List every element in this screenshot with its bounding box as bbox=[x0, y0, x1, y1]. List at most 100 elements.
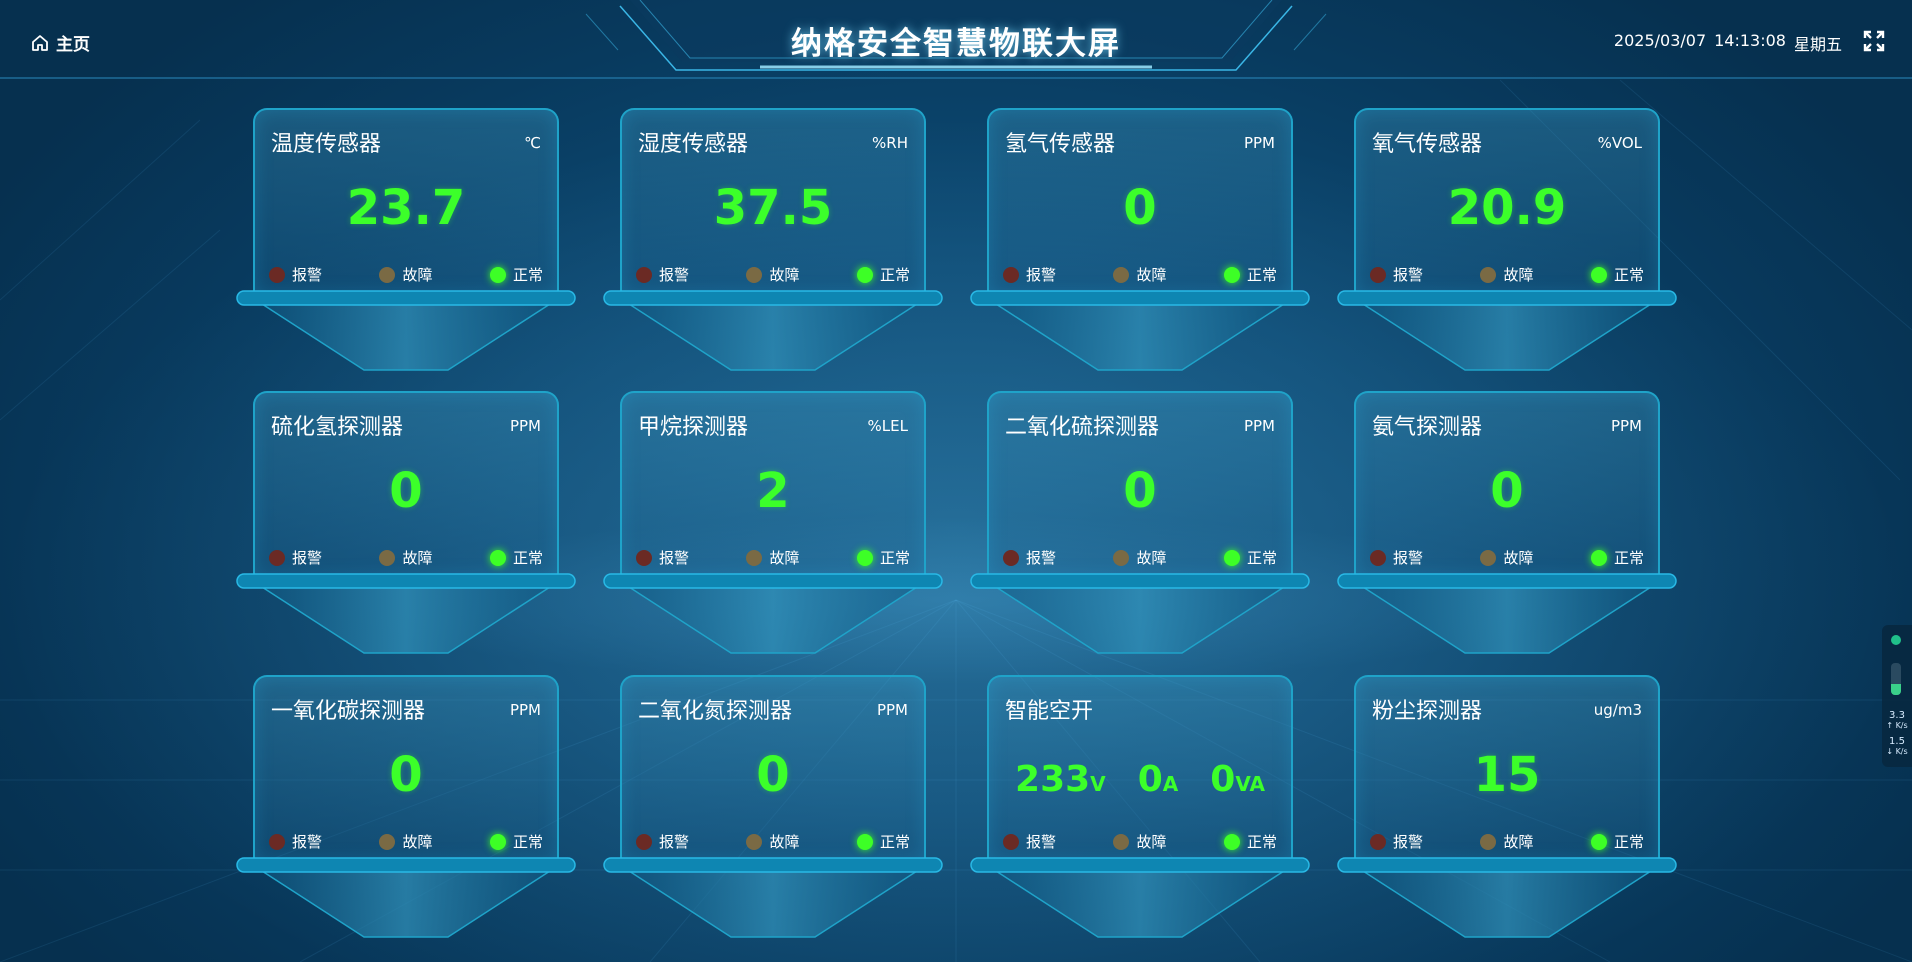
status-normal-label: 正常 bbox=[512, 833, 543, 851]
status-fault: 故障 bbox=[1480, 547, 1534, 568]
sensor-unit: ℃ bbox=[524, 134, 541, 152]
sensor-card[interactable]: 智能空开 233V 0A 0VA 报警 故障 正常 bbox=[970, 673, 1310, 939]
status-alarm-label: 报警 bbox=[659, 266, 690, 284]
download-speed: 1.5 bbox=[1889, 736, 1905, 747]
status-alarm-label: 报警 bbox=[1026, 549, 1057, 567]
sensor-card[interactable]: 氧气传感器 %VOL 20.9 报警 故障 正常 bbox=[1337, 106, 1677, 372]
status-normal: 正常 bbox=[856, 264, 910, 285]
network-speed-widget[interactable]: 3.3 ↑ K/s 1.5 ↓ K/s bbox=[1882, 625, 1912, 767]
reading-value: 0 bbox=[1137, 759, 1163, 800]
reading-unit: A bbox=[1162, 772, 1179, 796]
status-fault-label: 故障 bbox=[1503, 833, 1534, 851]
sensor-card[interactable]: 温度传感器 ℃ 23.7 报警 故障 正常 bbox=[236, 106, 576, 372]
card-panel: 一氧化碳探测器 PPM 0 报警 故障 正常 bbox=[253, 675, 559, 861]
status-fault-label: 故障 bbox=[1136, 833, 1167, 851]
status-alarm-label: 报警 bbox=[659, 833, 690, 851]
card-panel: 氧气传感器 %VOL 20.9 报警 故障 正常 bbox=[1354, 108, 1660, 294]
status-fault: 故障 bbox=[746, 264, 800, 285]
sensor-name: 二氧化氮探测器 bbox=[638, 699, 793, 724]
status-normal-label: 正常 bbox=[1246, 266, 1277, 284]
status-normal: 正常 bbox=[1223, 831, 1277, 852]
status-fault-label: 故障 bbox=[1503, 266, 1534, 284]
sensor-value: 23.7 bbox=[346, 180, 466, 236]
sensor-unit: PPM bbox=[1610, 417, 1642, 435]
status-fault-label: 故障 bbox=[402, 549, 433, 567]
reading-value: 233 bbox=[1015, 759, 1091, 800]
alarm-indicator-icon bbox=[1003, 549, 1019, 566]
status-row: 报警 故障 正常 bbox=[636, 547, 910, 568]
card-panel: 二氧化氮探测器 PPM 0 报警 故障 正常 bbox=[620, 675, 926, 861]
sensor-unit: PPM bbox=[876, 701, 908, 719]
reading-unit: V bbox=[1090, 772, 1106, 796]
status-alarm: 报警 bbox=[1003, 264, 1056, 285]
fault-indicator-icon bbox=[379, 549, 396, 566]
status-row: 报警 故障 正常 bbox=[636, 264, 910, 285]
alarm-indicator-icon bbox=[636, 549, 652, 566]
status-normal-label: 正常 bbox=[512, 549, 543, 567]
card-panel: 湿度传感器 %RH 37.5 报警 故障 正常 bbox=[620, 108, 926, 294]
sensor-card[interactable]: 湿度传感器 %RH 37.5 报警 故障 正常 bbox=[603, 106, 943, 372]
header: 主页 纳格安全智慧物联大屏 2025/03/07 14:13:08 星期五 bbox=[0, 0, 1912, 82]
status-dot-icon bbox=[1891, 635, 1901, 645]
card-pedestal bbox=[603, 290, 943, 371]
status-alarm: 报警 bbox=[269, 264, 322, 285]
normal-indicator-icon bbox=[1590, 833, 1607, 850]
status-alarm-label: 报警 bbox=[1393, 266, 1424, 284]
card-pedestal bbox=[1337, 290, 1677, 371]
status-alarm-label: 报警 bbox=[1393, 833, 1424, 851]
sensor-card[interactable]: 氢气传感器 PPM 0 报警 故障 正常 bbox=[970, 106, 1310, 372]
status-normal-label: 正常 bbox=[879, 266, 910, 284]
status-normal: 正常 bbox=[1590, 264, 1644, 285]
level-bar-fill bbox=[1891, 683, 1901, 695]
status-alarm: 报警 bbox=[636, 547, 689, 568]
sensor-value: 0 bbox=[389, 747, 423, 803]
sensor-name: 硫化氢探测器 bbox=[271, 415, 404, 440]
normal-indicator-icon bbox=[856, 833, 873, 850]
sensor-value: 0 bbox=[756, 747, 790, 803]
status-fault: 故障 bbox=[1480, 831, 1534, 852]
normal-indicator-icon bbox=[489, 549, 506, 566]
sensor-unit: PPM bbox=[509, 701, 541, 719]
status-normal: 正常 bbox=[1590, 547, 1644, 568]
fault-indicator-icon bbox=[746, 266, 763, 283]
status-fault: 故障 bbox=[746, 547, 800, 568]
sensor-card[interactable]: 粉尘探测器 ug/m3 15 报警 故障 正常 bbox=[1337, 673, 1677, 939]
sensor-name: 一氧化碳探测器 bbox=[271, 699, 426, 724]
alarm-indicator-icon bbox=[1003, 833, 1019, 850]
level-bar bbox=[1891, 663, 1901, 695]
status-normal-label: 正常 bbox=[1613, 549, 1644, 567]
sensor-card[interactable]: 二氧化硫探测器 PPM 0 报警 故障 正常 bbox=[970, 389, 1310, 655]
sensor-unit: PPM bbox=[1243, 134, 1275, 152]
status-row: 报警 故障 正常 bbox=[1003, 264, 1277, 285]
sensor-name: 智能空开 bbox=[1005, 699, 1094, 724]
status-fault: 故障 bbox=[379, 264, 433, 285]
status-row: 报警 故障 正常 bbox=[1003, 831, 1277, 852]
status-normal: 正常 bbox=[1590, 831, 1644, 852]
sensor-unit: %VOL bbox=[1597, 134, 1642, 152]
card-pedestal bbox=[970, 573, 1310, 654]
status-fault: 故障 bbox=[1113, 547, 1167, 568]
status-fault-label: 故障 bbox=[769, 266, 800, 284]
status-fault: 故障 bbox=[1113, 831, 1167, 852]
sensor-value: 37.5 bbox=[713, 180, 833, 236]
card-panel: 硫化氢探测器 PPM 0 报警 故障 正常 bbox=[253, 391, 559, 577]
status-row: 报警 故障 正常 bbox=[1370, 547, 1644, 568]
sensor-unit: PPM bbox=[509, 417, 541, 435]
normal-indicator-icon bbox=[856, 549, 873, 566]
status-alarm-label: 报警 bbox=[1026, 833, 1057, 851]
normal-indicator-icon bbox=[1223, 549, 1240, 566]
sensor-card[interactable]: 硫化氢探测器 PPM 0 报警 故障 正常 bbox=[236, 389, 576, 655]
status-fault-label: 故障 bbox=[1503, 549, 1534, 567]
sensor-card[interactable]: 氨气探测器 PPM 0 报警 故障 正常 bbox=[1337, 389, 1677, 655]
sensor-card[interactable]: 二氧化氮探测器 PPM 0 报警 故障 正常 bbox=[603, 673, 943, 939]
fullscreen-icon[interactable] bbox=[1862, 29, 1886, 53]
sensor-card-grid: 温度传感器 ℃ 23.7 报警 故障 正常 湿度传感器 %RH 37.5 报警 … bbox=[236, 106, 1680, 946]
sensor-name: 氧气传感器 bbox=[1372, 132, 1483, 157]
sensor-value: 0 bbox=[1490, 463, 1524, 519]
status-normal-label: 正常 bbox=[1246, 549, 1277, 567]
sensor-unit: ug/m3 bbox=[1593, 701, 1642, 719]
card-pedestal bbox=[1337, 857, 1677, 938]
sensor-card[interactable]: 一氧化碳探测器 PPM 0 报警 故障 正常 bbox=[236, 673, 576, 939]
sensor-card[interactable]: 甲烷探测器 %LEL 2 报警 故障 正常 bbox=[603, 389, 943, 655]
card-panel: 温度传感器 ℃ 23.7 报警 故障 正常 bbox=[253, 108, 559, 294]
